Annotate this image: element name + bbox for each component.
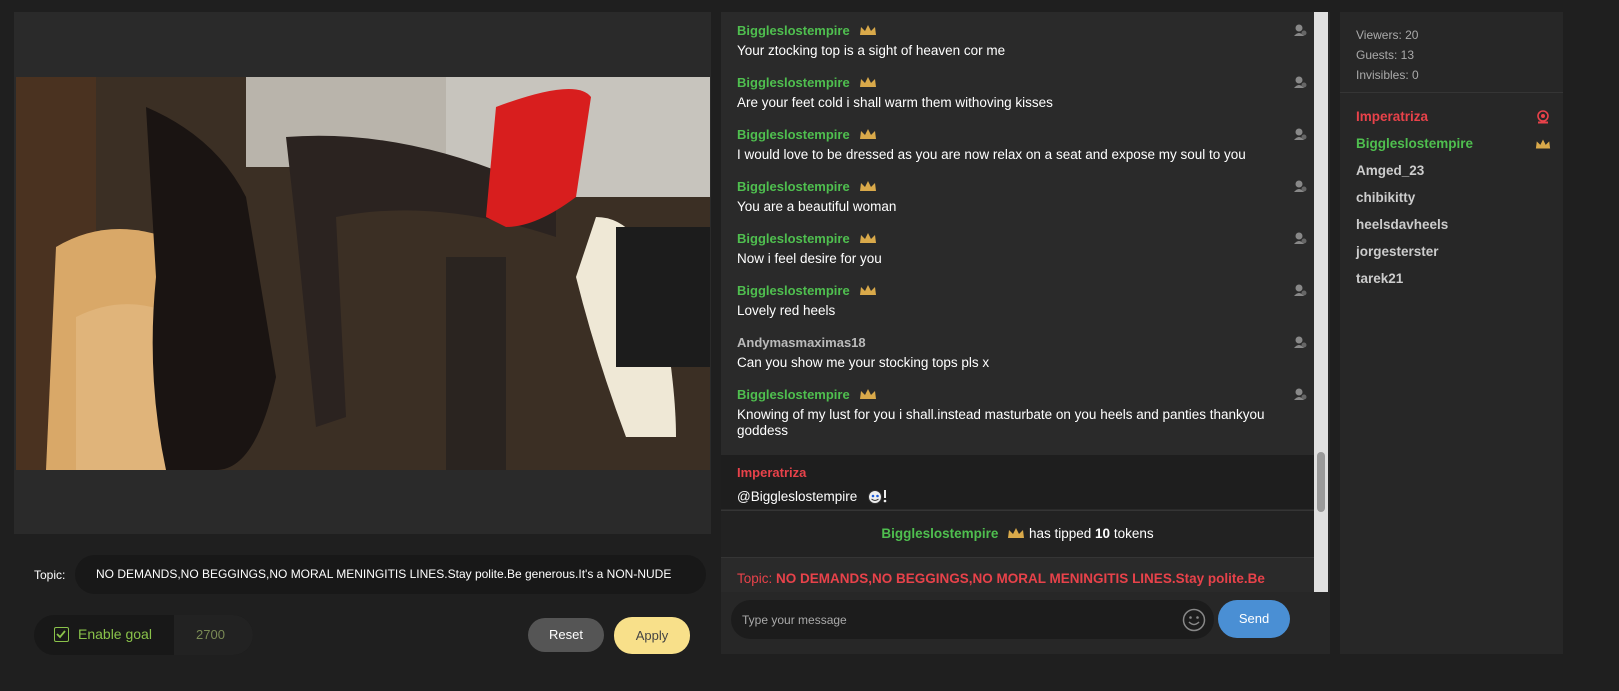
topic-label: Topic: <box>34 568 66 582</box>
goal-value-input[interactable]: 2700 <box>174 615 253 655</box>
moderate-user-icon[interactable] <box>1293 179 1307 193</box>
enable-goal-label: Enable goal <box>78 626 152 642</box>
user-name: heelsdavheels <box>1356 217 1449 232</box>
crown-icon <box>860 389 877 399</box>
crown-icon <box>1535 139 1551 149</box>
user-list-item[interactable]: Biggleslostempire <box>1356 136 1551 163</box>
chat-panel: Biggleslostempire Your ztocking top is a… <box>721 12 1330 654</box>
divider <box>1340 92 1563 93</box>
users-stats: Viewers: 20 Guests: 13 Invisibles: 0 <box>1356 25 1419 85</box>
chat-messages[interactable]: Biggleslostempire Your ztocking top is a… <box>721 12 1314 592</box>
message-input-bar <box>731 600 1214 639</box>
message-text: Your ztocking top is a sight of heaven c… <box>737 43 1006 58</box>
user-name: Amged_23 <box>1356 163 1425 178</box>
invisibles-count: Invisibles: 0 <box>1356 68 1419 82</box>
chat-topic-text: NO DEMANDS,NO BEGGINGS,NO MORAL MENINGIT… <box>776 571 1265 586</box>
tip-notification: Biggleslostempire has tipped 10 tokens <box>721 510 1314 558</box>
message-username[interactable]: Biggleslostempire <box>737 179 850 194</box>
message-text-row: @Biggleslostempire <box>737 488 1307 505</box>
user-name: Biggleslostempire <box>1356 136 1474 151</box>
chat-topic-prefix: Topic: <box>737 571 773 586</box>
user-list-item[interactable]: Imperatriza <box>1356 109 1551 136</box>
webcam-icon <box>1537 110 1549 124</box>
chat-message: Imperatriza @Biggleslostempire <box>737 464 1307 505</box>
message-text: @Biggleslostempire <box>737 489 858 504</box>
message-username[interactable]: Biggleslostempire <box>737 127 850 142</box>
user-name: jorgesterster <box>1356 244 1439 259</box>
chat-message: Biggleslostempire Lovely red heels <box>737 282 1307 319</box>
message-text: Lovely red heels <box>737 303 836 318</box>
user-name: Imperatriza <box>1356 109 1429 124</box>
chat-message: Biggleslostempire I would love to be dre… <box>737 126 1307 163</box>
crown-icon <box>860 129 877 139</box>
moderate-user-icon[interactable] <box>1293 283 1307 297</box>
moderate-user-icon[interactable] <box>1293 23 1307 37</box>
enable-goal-checkbox[interactable] <box>54 627 69 642</box>
video-stream-image <box>16 77 710 470</box>
video-stream[interactable] <box>16 77 710 470</box>
tip-text-post: tokens <box>1113 526 1154 541</box>
message-text: You are a beautiful woman <box>737 199 897 214</box>
chat-message: Biggleslostempire Now i feel desire for … <box>737 230 1307 267</box>
apply-button[interactable]: Apply <box>614 617 690 654</box>
users-panel: Viewers: 20 Guests: 13 Invisibles: 0 Imp… <box>1340 12 1563 654</box>
crown-icon <box>860 285 877 295</box>
user-list: Imperatriza Biggleslostempire Amged_23 c… <box>1356 109 1551 298</box>
chat-scroll-thumb[interactable] <box>1317 452 1325 512</box>
tip-username[interactable]: Biggleslostempire <box>881 526 998 541</box>
emoji-picker-icon[interactable] <box>1182 608 1206 632</box>
user-name: chibikitty <box>1356 190 1416 205</box>
chat-message: Andymasmaximas18 Can you show me your st… <box>737 334 1307 371</box>
chat-scrollbar[interactable] <box>1314 12 1328 592</box>
tip-text-pre: has tipped <box>1028 526 1092 541</box>
user-name: tarek21 <box>1356 271 1404 286</box>
emoji-icon <box>868 490 887 504</box>
moderate-user-icon[interactable] <box>1293 335 1307 349</box>
crown-icon <box>860 25 877 35</box>
crown-icon <box>1008 528 1025 538</box>
message-text: Now i feel desire for you <box>737 251 882 266</box>
send-button[interactable]: Send <box>1218 600 1290 638</box>
chat-message: Biggleslostempire You are a beautiful wo… <box>737 178 1307 215</box>
message-text: I would love to be dressed as you are no… <box>737 147 1246 162</box>
topic-input[interactable]: NO DEMANDS,NO BEGGINGS,NO MORAL MENINGIT… <box>75 555 706 594</box>
moderate-user-icon[interactable] <box>1293 387 1307 401</box>
message-text: Are your feet cold i shall warm them wit… <box>737 95 1053 110</box>
crown-icon <box>860 233 877 243</box>
chat-message: Biggleslostempire Knowing of my lust for… <box>737 386 1307 439</box>
moderate-user-icon[interactable] <box>1293 75 1307 89</box>
chat-message: Biggleslostempire Are your feet cold i s… <box>737 74 1307 111</box>
message-text: Knowing of my lust for you i shall.inste… <box>737 407 1265 438</box>
viewers-count: Viewers: 20 <box>1356 28 1419 42</box>
video-panel <box>14 12 711 534</box>
crown-icon <box>860 77 877 87</box>
guests-count: Guests: 13 <box>1356 48 1415 62</box>
message-username[interactable]: Biggleslostempire <box>737 283 850 298</box>
message-username[interactable]: Andymasmaximas18 <box>737 335 866 350</box>
tip-amount: 10 <box>1095 526 1111 541</box>
reset-button[interactable]: Reset <box>528 618 604 652</box>
message-username[interactable]: Biggleslostempire <box>737 231 850 246</box>
user-list-item[interactable]: chibikitty <box>1356 190 1551 217</box>
message-username[interactable]: Biggleslostempire <box>737 23 850 38</box>
message-input[interactable] <box>742 600 1162 639</box>
moderate-user-icon[interactable] <box>1293 127 1307 141</box>
goal-control: Enable goal 2700 <box>34 615 253 655</box>
crown-icon <box>860 181 877 191</box>
moderate-user-icon[interactable] <box>1293 231 1307 245</box>
message-username[interactable]: Biggleslostempire <box>737 387 850 402</box>
user-list-item[interactable]: tarek21 <box>1356 271 1551 298</box>
message-text: Can you show me your stocking tops pls x <box>737 355 990 370</box>
user-list-item[interactable]: heelsdavheels <box>1356 217 1551 244</box>
user-list-item[interactable]: Amged_23 <box>1356 163 1551 190</box>
topic-row: Topic: NO DEMANDS,NO BEGGINGS,NO MORAL M… <box>14 555 711 595</box>
chat-topic: Topic: NO DEMANDS,NO BEGGINGS,NO MORAL M… <box>737 571 1265 586</box>
chat-message: Biggleslostempire Your ztocking top is a… <box>737 22 1307 59</box>
message-username[interactable]: Biggleslostempire <box>737 75 850 90</box>
user-list-item[interactable]: jorgesterster <box>1356 244 1551 271</box>
message-username[interactable]: Imperatriza <box>737 465 806 480</box>
check-icon <box>56 630 66 639</box>
